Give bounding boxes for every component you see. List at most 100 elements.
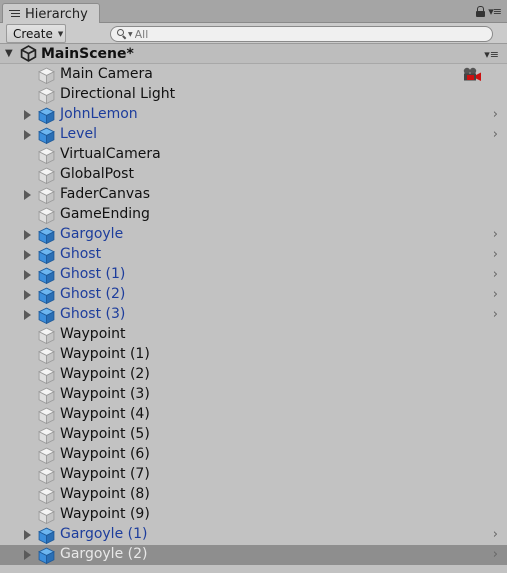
hierarchy-item-label: Waypoint (1) bbox=[60, 346, 150, 362]
hierarchy-item[interactable]: Ghost (3) › bbox=[0, 305, 507, 325]
expand-arrow-icon[interactable] bbox=[24, 550, 31, 560]
camera-gizmo-icon bbox=[463, 67, 481, 81]
hierarchy-item[interactable]: Level › bbox=[0, 125, 507, 145]
open-prefab-chevron-icon[interactable]: › bbox=[493, 107, 498, 122]
hierarchy-item[interactable]: Gargoyle › bbox=[0, 225, 507, 245]
open-prefab-chevron-icon[interactable]: › bbox=[493, 547, 498, 562]
hierarchy-item-label: Waypoint (3) bbox=[60, 386, 150, 402]
hierarchy-item[interactable]: Gargoyle (1) › bbox=[0, 525, 507, 545]
hierarchy-item[interactable]: Ghost (2) › bbox=[0, 285, 507, 305]
hierarchy-item[interactable]: Waypoint bbox=[0, 325, 507, 345]
search-filter-caret-icon[interactable]: ▼ bbox=[128, 31, 133, 38]
open-prefab-chevron-icon[interactable]: › bbox=[493, 127, 498, 142]
hierarchy-item-label: Waypoint (6) bbox=[60, 446, 150, 462]
toolbar: Create ▼ ▼ bbox=[0, 23, 507, 44]
gameobject-cube-icon bbox=[38, 387, 55, 404]
expand-arrow-icon[interactable] bbox=[24, 110, 31, 120]
expand-arrow-icon[interactable] bbox=[24, 190, 31, 200]
expand-arrow-icon[interactable] bbox=[24, 230, 31, 240]
create-button-label: Create bbox=[13, 26, 53, 41]
gameobject-cube-icon bbox=[38, 187, 55, 204]
hierarchy-item-label: Ghost (3) bbox=[60, 306, 126, 322]
tab-strip: Hierarchy ▾≡ bbox=[0, 0, 507, 24]
search-icon[interactable] bbox=[117, 29, 127, 40]
hierarchy-item-label: Ghost (2) bbox=[60, 286, 126, 302]
hierarchy-item[interactable]: Ghost › bbox=[0, 245, 507, 265]
hierarchy-item-label: VirtualCamera bbox=[60, 146, 161, 162]
hierarchy-item[interactable]: VirtualCamera bbox=[0, 145, 507, 165]
hierarchy-item-label: JohnLemon bbox=[60, 106, 138, 122]
open-prefab-chevron-icon[interactable]: › bbox=[493, 527, 498, 542]
search-input[interactable] bbox=[134, 27, 475, 41]
hierarchy-item-label: FaderCanvas bbox=[60, 186, 150, 202]
hierarchy-item[interactable]: FaderCanvas bbox=[0, 185, 507, 205]
unity-scene-icon bbox=[20, 45, 37, 62]
prefab-cube-icon bbox=[38, 107, 55, 124]
open-prefab-chevron-icon[interactable]: › bbox=[493, 247, 498, 262]
open-prefab-chevron-icon[interactable]: › bbox=[493, 287, 498, 302]
expand-arrow-icon[interactable] bbox=[24, 290, 31, 300]
hierarchy-item[interactable]: Waypoint (7) bbox=[0, 465, 507, 485]
prefab-cube-icon bbox=[38, 527, 55, 544]
create-button[interactable]: Create ▼ bbox=[6, 24, 66, 43]
hierarchy-item[interactable]: Waypoint (6) bbox=[0, 445, 507, 465]
hierarchy-lines-icon bbox=[9, 9, 20, 19]
scene-header[interactable]: ▼ MainScene* ▾≡ bbox=[0, 44, 507, 64]
expand-arrow-icon[interactable] bbox=[24, 250, 31, 260]
expand-arrow-icon[interactable] bbox=[24, 130, 31, 140]
hierarchy-item[interactable]: Main Camera bbox=[0, 65, 507, 85]
hierarchy-item[interactable]: Waypoint (3) bbox=[0, 385, 507, 405]
open-prefab-chevron-icon[interactable]: › bbox=[493, 227, 498, 242]
hierarchy-item[interactable]: Gargoyle (2) › bbox=[0, 545, 507, 565]
hierarchy-item[interactable]: Directional Light bbox=[0, 85, 507, 105]
prefab-cube-icon bbox=[38, 267, 55, 284]
prefab-cube-icon bbox=[38, 287, 55, 304]
hierarchy-item-label: Waypoint (9) bbox=[60, 506, 150, 522]
hierarchy-item-label: Main Camera bbox=[60, 66, 153, 82]
hierarchy-item-label: Gargoyle bbox=[60, 226, 124, 242]
tab-actions: ▾≡ bbox=[476, 6, 502, 17]
hierarchy-item-label: Waypoint (7) bbox=[60, 466, 150, 482]
hierarchy-item[interactable]: GameEnding bbox=[0, 205, 507, 225]
hierarchy-item[interactable]: Waypoint (1) bbox=[0, 345, 507, 365]
gameobject-cube-icon bbox=[38, 507, 55, 524]
hierarchy-item-label: Waypoint (5) bbox=[60, 426, 150, 442]
expand-arrow-icon[interactable] bbox=[24, 530, 31, 540]
hierarchy-item[interactable]: Waypoint (9) bbox=[0, 505, 507, 525]
hierarchy-item-label: Waypoint (2) bbox=[60, 366, 150, 382]
hierarchy-item[interactable]: Waypoint (5) bbox=[0, 425, 507, 445]
prefab-cube-icon bbox=[38, 307, 55, 324]
prefab-cube-icon bbox=[38, 547, 55, 564]
gameobject-cube-icon bbox=[38, 87, 55, 104]
scene-name: MainScene* bbox=[41, 45, 134, 62]
search-field[interactable]: ▼ bbox=[110, 26, 493, 42]
gameobject-cube-icon bbox=[38, 147, 55, 164]
gameobject-cube-icon bbox=[38, 347, 55, 364]
hierarchy-item[interactable]: GlobalPost bbox=[0, 165, 507, 185]
gameobject-cube-icon bbox=[38, 447, 55, 464]
hierarchy-item[interactable]: Waypoint (8) bbox=[0, 485, 507, 505]
hierarchy-item-label: Ghost (1) bbox=[60, 266, 126, 282]
hierarchy-item-label: GlobalPost bbox=[60, 166, 134, 182]
hierarchy-item[interactable]: JohnLemon › bbox=[0, 105, 507, 125]
scene-fold-arrow-icon[interactable]: ▼ bbox=[5, 48, 14, 59]
open-prefab-chevron-icon[interactable]: › bbox=[493, 267, 498, 282]
hierarchy-item[interactable]: Waypoint (4) bbox=[0, 405, 507, 425]
expand-arrow-icon[interactable] bbox=[24, 310, 31, 320]
hierarchy-item[interactable]: Waypoint (2) bbox=[0, 365, 507, 385]
expand-arrow-icon[interactable] bbox=[24, 270, 31, 280]
tab-title: Hierarchy bbox=[25, 6, 88, 22]
hierarchy-item[interactable]: Ghost (1) › bbox=[0, 265, 507, 285]
hierarchy-item-label: Gargoyle (1) bbox=[60, 526, 148, 542]
prefab-cube-icon bbox=[38, 247, 55, 264]
lock-icon[interactable] bbox=[476, 6, 486, 17]
prefab-cube-icon bbox=[38, 227, 55, 244]
gameobject-cube-icon bbox=[38, 67, 55, 84]
scene-menu-icon[interactable]: ▾≡ bbox=[484, 48, 499, 61]
hierarchy-item-label: Waypoint bbox=[60, 326, 126, 342]
gameobject-cube-icon bbox=[38, 487, 55, 504]
tab-menu-icon[interactable]: ▾≡ bbox=[488, 6, 502, 17]
dropdown-caret-icon: ▼ bbox=[57, 29, 64, 38]
open-prefab-chevron-icon[interactable]: › bbox=[493, 307, 498, 322]
tab-hierarchy[interactable]: Hierarchy bbox=[2, 3, 100, 24]
